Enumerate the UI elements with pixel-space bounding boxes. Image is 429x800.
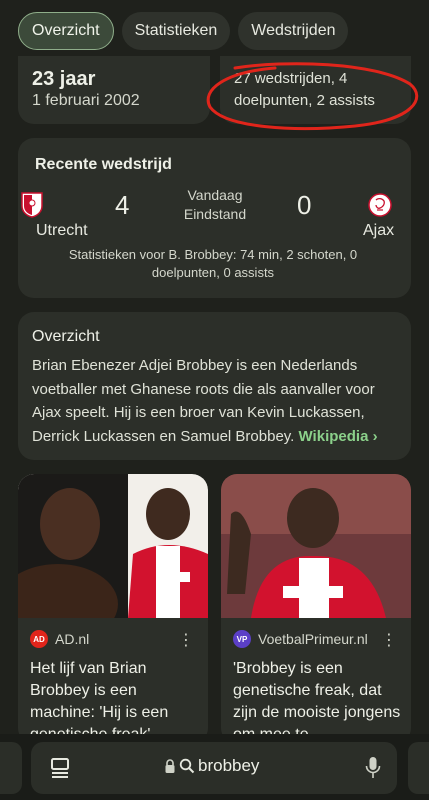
tab-statistieken[interactable]: Statistieken — [121, 12, 231, 50]
home-score: 4 — [115, 190, 130, 220]
search-icon — [179, 758, 195, 774]
news-card[interactable]: AD AD.nl ⋮ Het lijf van Brian Brobbey is… — [18, 474, 208, 744]
ajax-logo-icon — [368, 193, 392, 217]
lock-icon — [165, 759, 175, 773]
home-team-name: Utrecht — [36, 222, 88, 239]
next-page-edge[interactable] — [408, 742, 429, 794]
overview-card: Overzicht Brian Ebenezer Adjei Brobbey i… — [18, 312, 411, 460]
match-status: Vandaag Eindstand — [170, 186, 260, 224]
news-source: VP VoetbalPrimeur.nl — [233, 630, 368, 648]
match-result-label: Eindstand — [183, 206, 247, 222]
player-match-stats: Statistieken voor B. Brobbey: 74 min, 2 … — [68, 247, 358, 280]
overview-title: Overzicht — [32, 328, 100, 345]
voetbalprimeur-logo-icon: VP — [233, 630, 251, 648]
more-options-icon[interactable]: ⋮ — [178, 630, 194, 650]
season-stats-text: 27 wedstrijden, 4 doelpunten, 2 assists — [234, 70, 375, 109]
news-headline: Het lijf van Brian Brobbey is een machin… — [30, 660, 169, 743]
match-date: Vandaag — [187, 187, 243, 203]
news-source-name: AD.nl — [55, 631, 90, 647]
address-content: brobbey — [164, 756, 259, 776]
address-bar[interactable]: brobbey — [31, 742, 397, 794]
age-card: 23 jaar 1 februari 2002 — [18, 56, 210, 124]
tab-bar: Overzicht Statistieken Wedstrijden — [18, 12, 349, 50]
more-options-icon[interactable]: ⋮ — [381, 630, 397, 650]
previous-page-edge[interactable] — [0, 742, 22, 794]
news-source: AD AD.nl — [30, 630, 89, 648]
birth-date: 1 februari 2002 — [32, 92, 140, 109]
away-team-name: Ajax — [363, 222, 395, 239]
news-card[interactable]: VP VoetbalPrimeur.nl ⋮ 'Brobbey is een g… — [221, 474, 411, 744]
news-source-name: VoetbalPrimeur.nl — [258, 631, 368, 647]
wikipedia-link[interactable]: Wikipedia › — [299, 428, 378, 445]
tab-wedstrijden[interactable]: Wedstrijden — [238, 12, 349, 50]
away-score: 0 — [297, 190, 312, 220]
news-image — [221, 474, 411, 618]
search-query: brobbey — [198, 756, 260, 775]
tabs-icon[interactable] — [50, 757, 70, 779]
overview-description: Brian Ebenezer Adjei Brobbey is een Nede… — [32, 354, 404, 448]
ad-logo-icon: AD — [30, 630, 48, 648]
microphone-icon[interactable] — [365, 756, 381, 780]
recent-match-title: Recente wedstrijd — [35, 156, 172, 173]
age-value: 23 jaar — [32, 68, 96, 90]
news-headline: 'Brobbey is een genetische freak, dat zi… — [233, 660, 401, 743]
season-stats-card[interactable]: 27 wedstrijden, 4 doelpunten, 2 assists — [220, 56, 411, 124]
news-image — [18, 474, 208, 618]
utrecht-logo-icon — [21, 192, 43, 218]
tab-overzicht[interactable]: Overzicht — [18, 12, 114, 50]
